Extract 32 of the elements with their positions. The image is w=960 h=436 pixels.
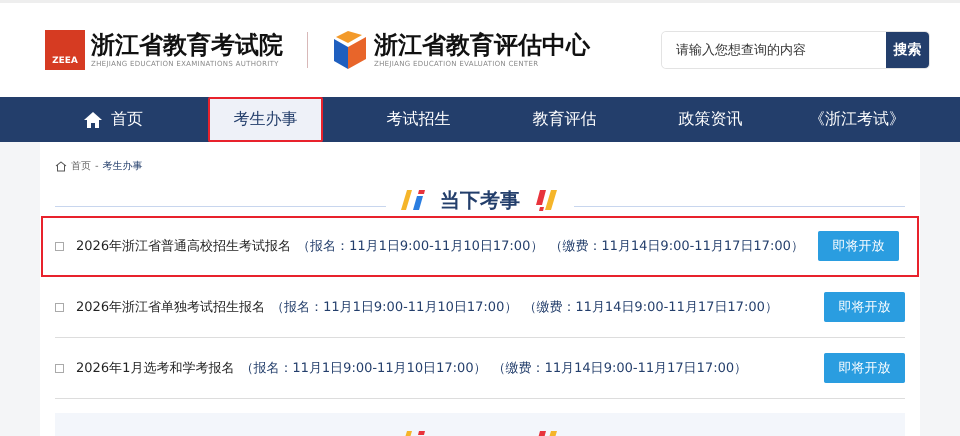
zeea-logo: ZEEA bbox=[45, 30, 85, 70]
home-icon bbox=[55, 160, 67, 172]
nav-tab[interactable]: 政策资讯 bbox=[638, 97, 784, 142]
payment-period: （缴费：11月14日9:00-11月17日17:00） bbox=[523, 299, 778, 316]
payment-period: （缴费：11月14日9:00-11月17日17:00） bbox=[549, 238, 804, 255]
search-field[interactable]: 请输入您想查询的内容 搜索 bbox=[661, 31, 930, 69]
home-icon bbox=[83, 110, 104, 128]
item-title[interactable]: 2026年1月选考和学考报名 bbox=[76, 359, 234, 377]
breadcrumb-current: 考生办事 bbox=[102, 160, 143, 173]
cube-logo-icon bbox=[332, 29, 368, 71]
bullet-icon bbox=[55, 302, 64, 312]
nav-tab[interactable]: 考试招生 bbox=[345, 97, 492, 142]
item-title[interactable]: 2026年浙江省普通高校招生考试报名 bbox=[76, 237, 292, 255]
section-title: 当下考事 bbox=[440, 188, 520, 214]
signup-period: （报名：11月1日9:00-11月10日17:00） bbox=[240, 360, 487, 377]
search-button[interactable]: 搜索 bbox=[886, 32, 929, 68]
signup-period: （报名：11月1日9:00-11月10日17:00） bbox=[271, 299, 518, 316]
signup-period: （报名：11月1日9:00-11月10日17:00） bbox=[297, 238, 544, 255]
payment-period: （缴费：11月14日9:00-11月17日17:00） bbox=[492, 360, 748, 377]
item-title[interactable]: 2026年浙江省单独考试招生报名 bbox=[76, 298, 266, 316]
breadcrumb-separator: - bbox=[95, 160, 99, 172]
breadcrumb-link[interactable]: 首页 bbox=[71, 159, 91, 173]
slash-icon bbox=[400, 188, 426, 212]
nav-tab[interactable]: 教育评估 bbox=[491, 97, 638, 142]
nav-tab[interactable]: 《浙江考试》 bbox=[784, 97, 930, 142]
bullet-icon bbox=[55, 364, 64, 372]
slash-icon bbox=[534, 188, 560, 212]
bullet-icon bbox=[55, 242, 64, 250]
site-name: 浙江省教育评估中心 bbox=[374, 32, 590, 60]
nav-tab[interactable]: 首页 bbox=[40, 97, 186, 142]
site-name: 浙江省教育考试院 bbox=[91, 32, 283, 60]
nav-tab[interactable]: 考生办事 bbox=[208, 97, 324, 142]
